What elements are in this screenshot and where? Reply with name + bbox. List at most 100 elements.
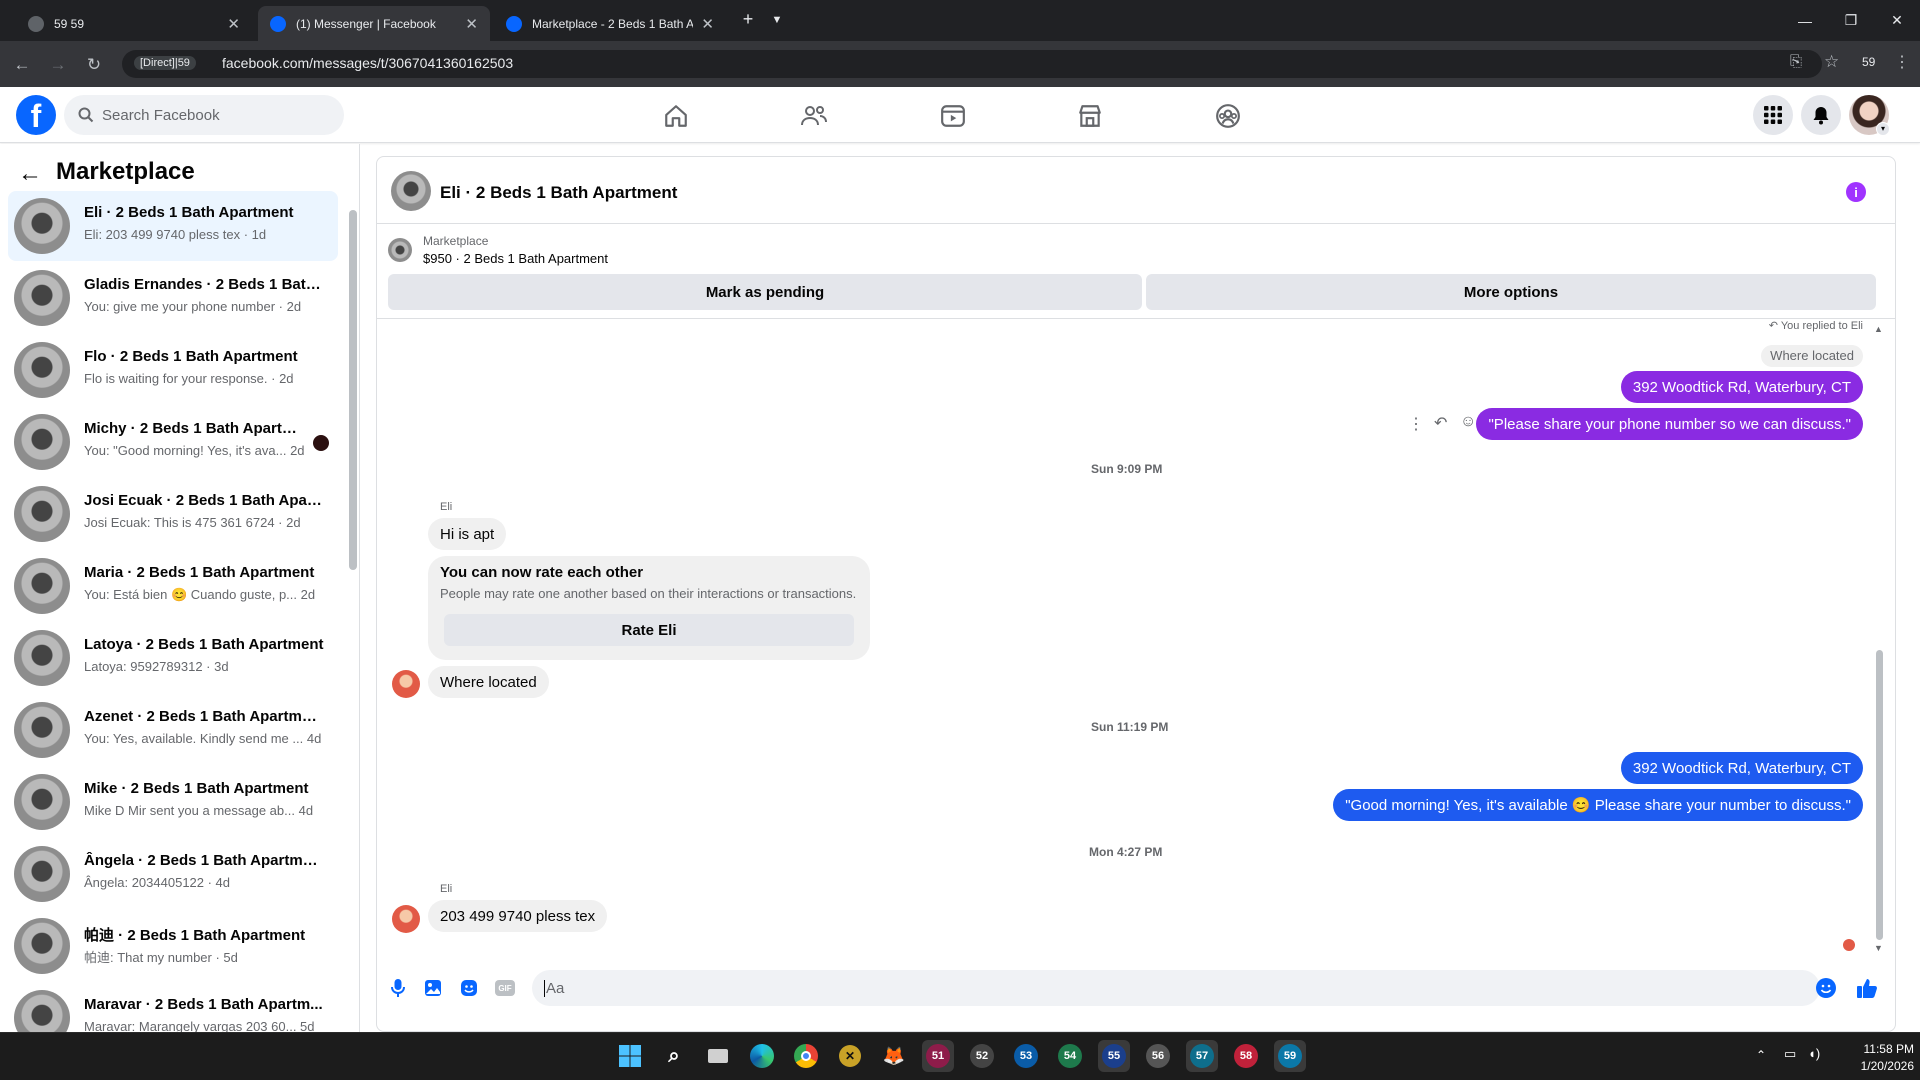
conversation-item[interactable]: 帕迪 · 2 Beds 1 Bath Apartment 帕迪: That my… <box>8 911 338 981</box>
back-arrow-icon[interactable]: ← <box>18 160 42 188</box>
conversation-item[interactable]: Michy · 2 Beds 1 Bath Apartm... You: "Go… <box>8 407 338 477</box>
gif-icon[interactable]: GIF <box>493 976 517 1000</box>
taskbar-app-57[interactable]: 57 <box>1186 1040 1218 1072</box>
notifications-bell-icon[interactable] <box>1801 95 1841 135</box>
conversation-item[interactable]: Eli · 2 Beds 1 Bath Apartment Eli: 203 4… <box>8 191 338 261</box>
thumbs-up-icon[interactable] <box>1855 976 1879 1000</box>
bookmark-star-icon[interactable]: ☆ <box>1824 52 1839 72</box>
app-icon[interactable]: ✕ <box>834 1040 866 1072</box>
browser-tab[interactable]: 59 59 ✕ <box>16 6 252 41</box>
conversation-name: Maria · 2 Beds 1 Bath Apartment <box>84 564 315 581</box>
emoji-icon[interactable] <box>1814 976 1838 1000</box>
conversation-item[interactable]: Maravar · 2 Beds 1 Bath Apartm... Marava… <box>8 983 338 1032</box>
taskbar-app-56[interactable]: 56 <box>1142 1040 1174 1072</box>
conversation-item[interactable]: Josi Ecuak · 2 Beds 1 Bath Apart... Josi… <box>8 479 338 549</box>
conversation-item[interactable]: Gladis Ernandes · 2 Beds 1 Bath ... You:… <box>8 263 338 333</box>
conversation-name: Flo · 2 Beds 1 Bath Apartment <box>84 348 298 365</box>
outgoing-message[interactable]: 392 Woodtick Rd, Waterbury, CT <box>1620 752 1863 784</box>
info-icon[interactable]: i <box>1846 182 1866 202</box>
timestamp: Sun 11:19 PM <box>1091 720 1169 734</box>
reload-icon[interactable]: ↻ <box>82 53 106 77</box>
conversation-item[interactable]: Latoya · 2 Beds 1 Bath Apartment Latoya:… <box>8 623 338 693</box>
marketplace-icon[interactable] <box>1074 100 1106 132</box>
microphone-icon[interactable] <box>386 976 410 1000</box>
taskbar-app-59[interactable]: 59 <box>1274 1040 1306 1072</box>
incoming-message[interactable]: 203 499 9740 pless tex <box>428 900 608 932</box>
chrome-icon[interactable] <box>790 1040 822 1072</box>
browser-tab-active[interactable]: (1) Messenger | Facebook ✕ <box>258 6 490 41</box>
windows-start-icon[interactable] <box>614 1040 646 1072</box>
outgoing-message[interactable]: "Good morning! Yes, it's available 😊 Ple… <box>1333 789 1863 821</box>
forward-icon[interactable]: → <box>46 53 70 77</box>
friends-icon[interactable] <box>798 100 830 132</box>
chevron-down-icon[interactable]: ▾ <box>1876 122 1890 136</box>
more-actions-icon[interactable]: ⋮ <box>1408 414 1424 434</box>
conversation-item[interactable]: Azenet · 2 Beds 1 Bath Apartment You: Ye… <box>8 695 338 765</box>
chat-avatar[interactable] <box>391 171 431 211</box>
tray-chevron-icon[interactable]: ⌃ <box>1756 1048 1766 1062</box>
react-emoji-icon[interactable]: ☺ <box>1460 413 1476 431</box>
install-app-icon[interactable]: ⎘ <box>1790 53 1802 70</box>
conversation-list-scrollbar[interactable] <box>349 210 357 570</box>
app-icon[interactable]: 🦊 <box>878 1040 910 1072</box>
taskbar-app-58[interactable]: 58 <box>1230 1040 1262 1072</box>
conversation-name: 帕迪 · 2 Beds 1 Bath Apartment <box>84 927 306 944</box>
volume-icon[interactable]: ◖) <box>1808 1046 1820 1061</box>
rate-button[interactable]: Rate Eli <box>444 614 854 646</box>
system-clock[interactable]: 11:58 PM 1/20/2026 <box>1830 1041 1914 1075</box>
conversation-item[interactable]: Flo · 2 Beds 1 Bath Apartment Flo is wai… <box>8 335 338 405</box>
groups-icon[interactable] <box>1212 100 1244 132</box>
facebook-logo-icon[interactable]: f <box>16 95 56 135</box>
edge-icon[interactable] <box>746 1040 778 1072</box>
menu-grid-icon[interactable] <box>1753 95 1793 135</box>
chat-title[interactable]: Eli · 2 Beds 1 Bath Apartment <box>440 183 677 203</box>
close-window-button[interactable]: ✕ <box>1874 0 1920 41</box>
listing-title[interactable]: $950 · 2 Beds 1 Bath Apartment <box>423 251 608 266</box>
divider <box>377 223 1895 224</box>
reply-icon[interactable]: ↶ <box>1434 413 1447 433</box>
photo-icon[interactable] <box>421 976 445 1000</box>
taskbar-app-53[interactable]: 53 <box>1010 1040 1042 1072</box>
browser-tab[interactable]: Marketplace - 2 Beds 1 Bath Ap ✕ <box>494 6 726 41</box>
search-input[interactable]: Search Facebook <box>64 95 344 135</box>
taskbar-app-55[interactable]: 55 <box>1098 1040 1130 1072</box>
facebook-favicon-icon <box>270 15 286 32</box>
scroll-down-arrow-icon[interactable]: ▼ <box>1874 943 1883 953</box>
network-icon[interactable]: ▭ <box>1784 1046 1796 1062</box>
browser-menu-icon[interactable]: ⋮ <box>1894 52 1910 72</box>
thread-scrollbar[interactable] <box>1876 650 1883 940</box>
close-tab-icon[interactable]: ✕ <box>465 15 478 33</box>
sender-avatar[interactable] <box>392 905 420 933</box>
task-view-icon[interactable] <box>702 1040 734 1072</box>
quoted-reply[interactable]: Where located <box>1761 345 1863 367</box>
conversation-item[interactable]: Maria · 2 Beds 1 Bath Apartment You: Est… <box>8 551 338 621</box>
video-icon[interactable] <box>937 100 969 132</box>
minimize-button[interactable]: — <box>1782 0 1828 41</box>
close-tab-icon[interactable]: ✕ <box>701 15 714 33</box>
tab-search-button[interactable]: ▼ <box>766 9 788 31</box>
message-input[interactable]: Aa <box>532 970 1820 1006</box>
taskbar-app-51[interactable]: 51 <box>922 1040 954 1072</box>
taskbar-search-icon[interactable]: ⌕ <box>658 1040 690 1072</box>
taskbar-app-52[interactable]: 52 <box>966 1040 998 1072</box>
outgoing-message[interactable]: "Please share your phone number so we ca… <box>1476 408 1863 440</box>
incoming-message[interactable]: Hi is apt <box>428 518 507 550</box>
conversation-item[interactable]: Ângela · 2 Beds 1 Bath Apartment Ângela:… <box>8 839 338 909</box>
restore-button[interactable]: ❐ <box>1828 0 1874 41</box>
listing-avatar <box>14 702 70 758</box>
more-options-button[interactable]: More options <box>1146 274 1876 310</box>
back-icon[interactable]: ← <box>10 53 34 77</box>
new-tab-button[interactable]: + <box>736 9 760 31</box>
sticker-icon[interactable] <box>457 976 481 1000</box>
home-icon[interactable] <box>660 100 692 132</box>
mark-as-pending-button[interactable]: Mark as pending <box>388 274 1142 310</box>
sender-avatar[interactable] <box>392 670 420 698</box>
scroll-up-arrow-icon[interactable]: ▲ <box>1874 324 1883 334</box>
incoming-message[interactable]: Where located <box>428 666 549 698</box>
conversation-item[interactable]: Mike · 2 Beds 1 Bath Apartment Mike D Mi… <box>8 767 338 837</box>
url-text[interactable]: facebook.com/messages/t/3067041360162503 <box>222 55 513 71</box>
outgoing-message[interactable]: 392 Woodtick Rd, Waterbury, CT <box>1620 371 1863 403</box>
close-tab-icon[interactable]: ✕ <box>227 15 240 33</box>
taskbar-app-54[interactable]: 54 <box>1054 1040 1086 1072</box>
profile-label[interactable]: 59 <box>1862 55 1875 69</box>
